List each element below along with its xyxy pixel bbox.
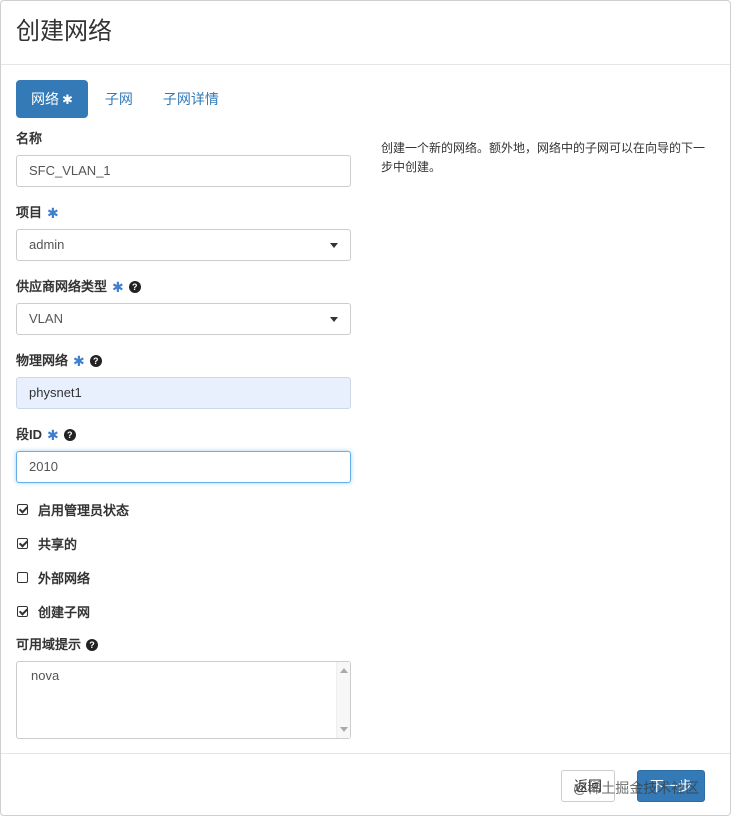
az-hint-option[interactable]: nova: [31, 668, 59, 683]
external-network-checkbox-row[interactable]: 外部网络: [16, 567, 351, 587]
provider-type-select[interactable]: VLAN: [16, 303, 351, 335]
project-select-value: admin: [29, 237, 65, 252]
name-label: 名称: [16, 129, 351, 149]
external-network-checkbox[interactable]: [17, 571, 28, 583]
physical-network-label: 物理网络 ✱ ?: [16, 351, 351, 371]
tab-subnet[interactable]: 子网: [90, 80, 148, 118]
physical-network-label-text: 物理网络: [16, 353, 69, 368]
caret-down-icon: [330, 317, 338, 322]
segment-id-input[interactable]: 2010: [16, 451, 351, 483]
provider-type-field: 供应商网络类型 ✱ ? VLAN: [16, 277, 351, 335]
project-select[interactable]: admin: [16, 229, 351, 261]
name-field: 名称 SFC_VLAN_1: [16, 129, 351, 187]
project-field: 项目 ✱ admin: [16, 203, 351, 261]
scroll-up-icon[interactable]: [340, 668, 348, 673]
wizard-tabs: 网络 ✱ 子网 子网详情: [16, 80, 234, 118]
az-hint-field: 可用域提示 ? nova: [16, 635, 351, 739]
external-network-label: 外部网络: [38, 570, 91, 586]
shared-label: 共享的: [38, 536, 78, 552]
required-icon: ✱: [73, 353, 85, 369]
help-description: 创建一个新的网络。额外地，网络中的子网可以在向导的下一步中创建。: [381, 141, 706, 174]
provider-type-select-value: VLAN: [29, 311, 63, 326]
physical-network-field: 物理网络 ✱ ? physnet1: [16, 351, 351, 409]
shared-checkbox-row[interactable]: 共享的: [16, 533, 351, 553]
required-icon: ✱: [62, 92, 73, 107]
project-label: 项目 ✱: [16, 203, 351, 223]
required-icon: ✱: [47, 205, 59, 221]
shared-checkbox[interactable]: [17, 537, 28, 549]
az-hint-label-text: 可用域提示: [16, 637, 82, 652]
required-icon: ✱: [47, 427, 59, 443]
create-subnet-label: 创建子网: [38, 604, 91, 620]
tab-subnet-details-label: 子网详情: [162, 91, 219, 107]
admin-state-checkbox-row[interactable]: 启用管理员状态: [16, 499, 351, 519]
modal-footer: 返回 下一步 @稀土掘金技术社区: [1, 753, 730, 815]
provider-type-label-text: 供应商网络类型: [16, 279, 108, 294]
physical-network-input[interactable]: physnet1: [16, 377, 351, 409]
create-network-modal: 创建网络 网络 ✱ 子网 子网详情 名称 SFC_VLAN_1 项目 ✱ admi…: [0, 0, 731, 816]
back-button[interactable]: 返回: [561, 770, 615, 802]
az-hint-listbox[interactable]: nova: [16, 661, 351, 739]
modal-title: 创建网络: [16, 18, 112, 45]
next-button[interactable]: 下一步: [637, 770, 705, 802]
help-icon[interactable]: ?: [63, 429, 76, 441]
tab-network-label: 网络: [31, 91, 59, 107]
tab-network[interactable]: 网络 ✱: [16, 80, 88, 118]
segment-id-field: 段ID ✱ ? 2010: [16, 425, 351, 483]
network-form: 名称 SFC_VLAN_1 项目 ✱ admin 供应商网络类型 ✱ ? VLA…: [16, 129, 351, 755]
provider-type-label: 供应商网络类型 ✱ ?: [16, 277, 351, 297]
caret-down-icon: [330, 243, 338, 248]
required-icon: ✱: [112, 279, 124, 295]
help-icon[interactable]: ?: [86, 639, 99, 651]
segment-id-label-text: 段ID: [16, 427, 43, 442]
help-icon[interactable]: ?: [128, 281, 141, 293]
name-label-text: 名称: [16, 131, 43, 146]
segment-id-label: 段ID ✱ ?: [16, 425, 351, 445]
create-subnet-checkbox-row[interactable]: 创建子网: [16, 601, 351, 621]
admin-state-label: 启用管理员状态: [38, 502, 130, 518]
help-icon[interactable]: ?: [89, 355, 102, 367]
tab-subnet-label: 子网: [104, 91, 133, 107]
az-hint-label: 可用域提示 ?: [16, 635, 351, 655]
scroll-down-icon[interactable]: [340, 727, 348, 732]
modal-header: 创建网络: [1, 1, 730, 65]
create-subnet-checkbox[interactable]: [17, 605, 28, 617]
project-label-text: 项目: [16, 205, 43, 220]
listbox-scrollbar[interactable]: [336, 662, 350, 738]
admin-state-checkbox[interactable]: [17, 503, 28, 515]
tab-subnet-details[interactable]: 子网详情: [148, 80, 234, 118]
name-input[interactable]: SFC_VLAN_1: [16, 155, 351, 187]
